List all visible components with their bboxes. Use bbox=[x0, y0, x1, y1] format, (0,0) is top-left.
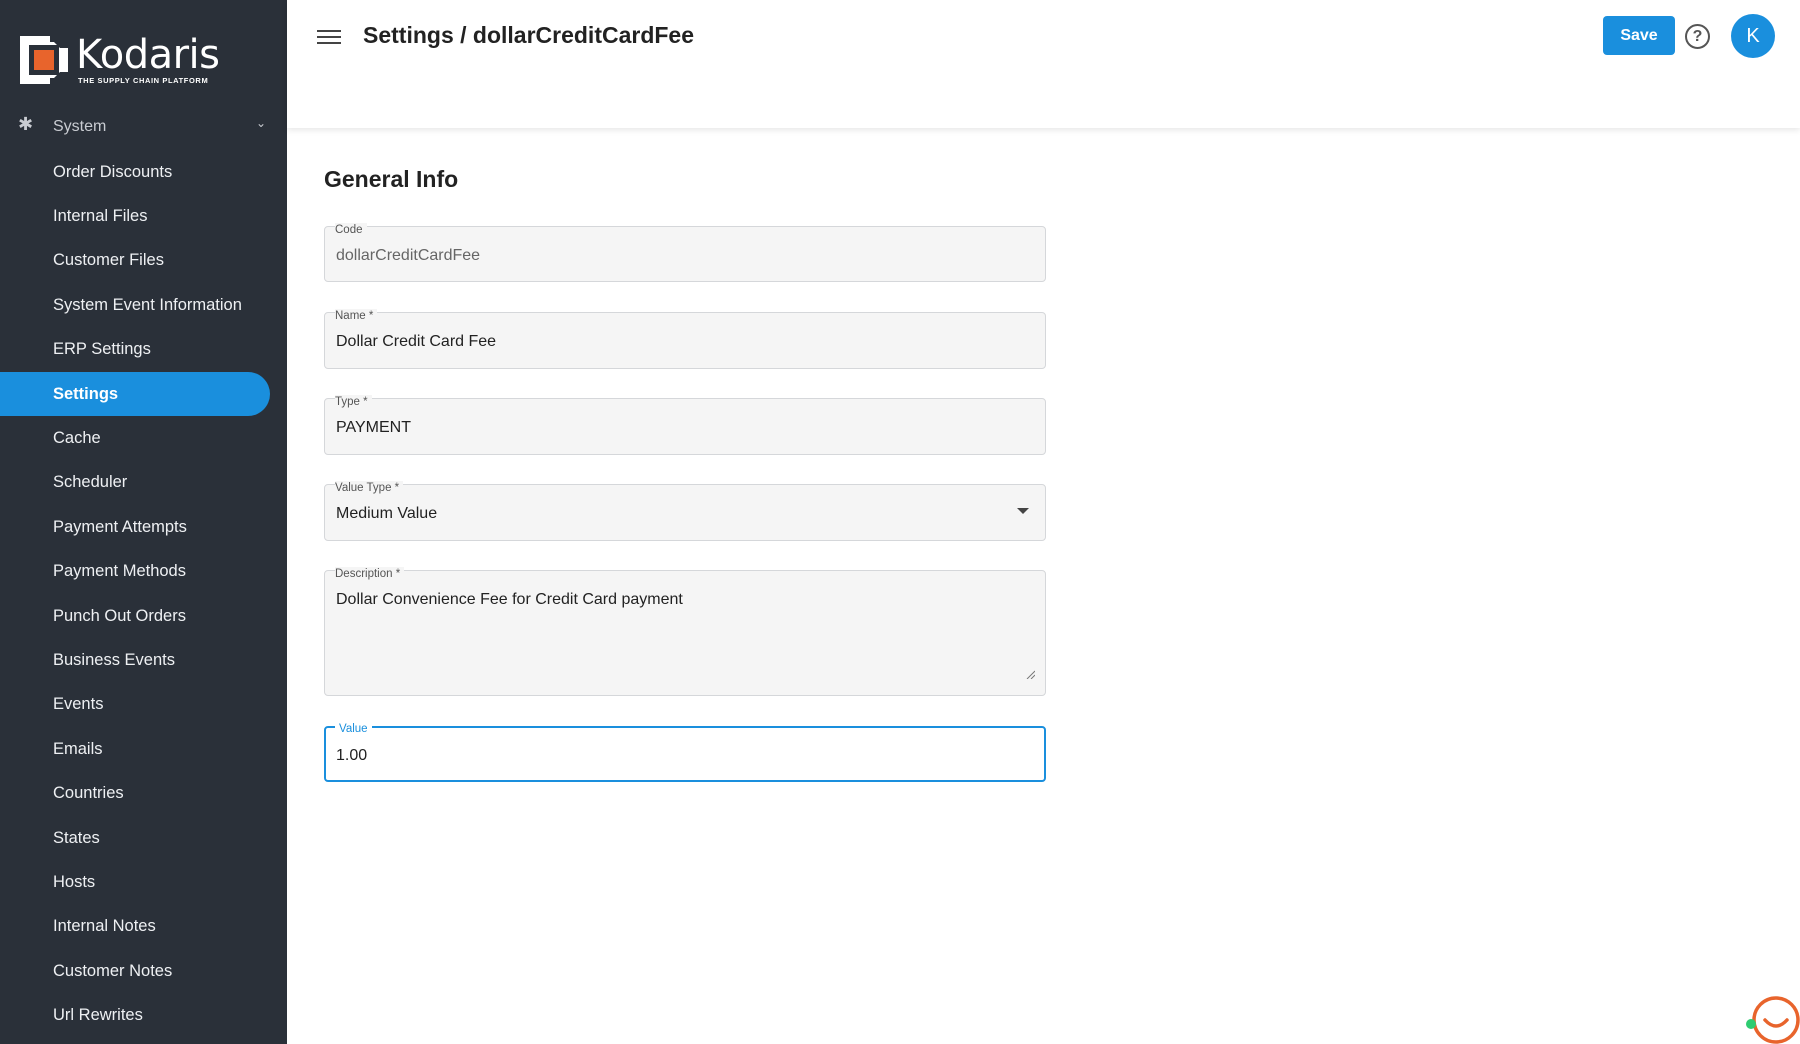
sidebar-group-label: System bbox=[53, 118, 107, 135]
sidebar-nav: Order Discounts Internal Files Customer … bbox=[0, 150, 287, 1038]
value-type-select[interactable]: Value Type * Medium Value bbox=[324, 481, 1046, 541]
sidebar-item-punch-out-orders[interactable]: Punch Out Orders bbox=[0, 594, 270, 638]
sidebar-item-countries[interactable]: Countries bbox=[0, 771, 270, 815]
type-input[interactable] bbox=[336, 419, 1016, 437]
brand-tagline: THE SUPPLY CHAIN PLATFORM bbox=[78, 76, 209, 85]
type-field[interactable]: Type * bbox=[324, 395, 1046, 455]
sidebar-item-states[interactable]: States bbox=[0, 816, 270, 860]
value-field[interactable]: Value bbox=[324, 722, 1046, 782]
description-field[interactable]: Description * Dollar Convenience Fee for… bbox=[324, 567, 1046, 696]
sidebar-item-payment-attempts[interactable]: Payment Attempts bbox=[0, 505, 270, 549]
value-type-label: Value Type * bbox=[335, 481, 404, 495]
sidebar: Kodaris THE SUPPLY CHAIN PLATFORM ✱ Syst… bbox=[0, 0, 287, 1044]
code-input[interactable] bbox=[336, 247, 1016, 265]
code-field-label: Code bbox=[335, 223, 367, 237]
sidebar-item-customer-files[interactable]: Customer Files bbox=[0, 239, 270, 283]
top-bar: Settings / dollarCreditCardFee Save ? K bbox=[287, 0, 1800, 128]
description-textarea[interactable]: Dollar Convenience Fee for Credit Card p… bbox=[336, 591, 1016, 609]
value-type-selected: Medium Value bbox=[336, 505, 438, 522]
resize-handle-icon[interactable] bbox=[1026, 670, 1035, 679]
hamburger-menu-icon[interactable] bbox=[317, 26, 341, 48]
sidebar-item-payment-methods[interactable]: Payment Methods bbox=[0, 550, 270, 594]
sidebar-item-cache[interactable]: Cache bbox=[0, 416, 270, 460]
sidebar-item-internal-notes[interactable]: Internal Notes bbox=[0, 905, 270, 949]
kodaris-logo-icon bbox=[20, 36, 68, 84]
sidebar-item-emails[interactable]: Emails bbox=[0, 727, 270, 771]
code-field[interactable]: Code bbox=[324, 223, 1046, 282]
avatar[interactable]: K bbox=[1731, 14, 1775, 58]
value-field-label: Value bbox=[335, 722, 372, 736]
sidebar-item-internal-files[interactable]: Internal Files bbox=[0, 194, 270, 238]
kodaris-logo[interactable]: Kodaris THE SUPPLY CHAIN PLATFORM bbox=[20, 34, 220, 86]
name-field[interactable]: Name * bbox=[324, 309, 1046, 369]
sidebar-item-hosts[interactable]: Hosts bbox=[0, 860, 270, 904]
save-button[interactable]: Save bbox=[1603, 16, 1675, 55]
sidebar-group-system[interactable]: ✱ System ⌄ bbox=[0, 116, 287, 140]
sidebar-item-settings[interactable]: Settings bbox=[0, 371, 270, 417]
type-field-label: Type * bbox=[335, 395, 372, 409]
sidebar-item-business-events[interactable]: Business Events bbox=[0, 638, 270, 682]
chat-support-icon[interactable] bbox=[1746, 990, 1800, 1044]
sidebar-item-erp-settings[interactable]: ERP Settings bbox=[0, 328, 270, 372]
sidebar-item-events[interactable]: Events bbox=[0, 683, 270, 727]
sidebar-item-scheduler[interactable]: Scheduler bbox=[0, 461, 270, 505]
sidebar-item-customer-notes[interactable]: Customer Notes bbox=[0, 949, 270, 993]
value-input[interactable] bbox=[336, 747, 1016, 765]
gear-icon: ✱ bbox=[18, 116, 34, 134]
dropdown-caret-icon[interactable] bbox=[1017, 508, 1029, 514]
sidebar-item-url-rewrites[interactable]: Url Rewrites bbox=[0, 993, 270, 1037]
help-icon[interactable]: ? bbox=[1685, 24, 1710, 49]
sidebar-item-order-discounts[interactable]: Order Discounts bbox=[0, 150, 270, 194]
description-field-label: Description * bbox=[335, 567, 405, 581]
name-input[interactable] bbox=[336, 333, 1016, 351]
chevron-down-icon: ⌄ bbox=[256, 116, 267, 130]
section-title: General Info bbox=[324, 166, 459, 192]
page-title: Settings / dollarCreditCardFee bbox=[363, 22, 695, 48]
name-field-label: Name * bbox=[335, 309, 378, 323]
sidebar-item-system-event-information[interactable]: System Event Information bbox=[0, 283, 270, 327]
brand-name: Kodaris bbox=[76, 32, 220, 78]
